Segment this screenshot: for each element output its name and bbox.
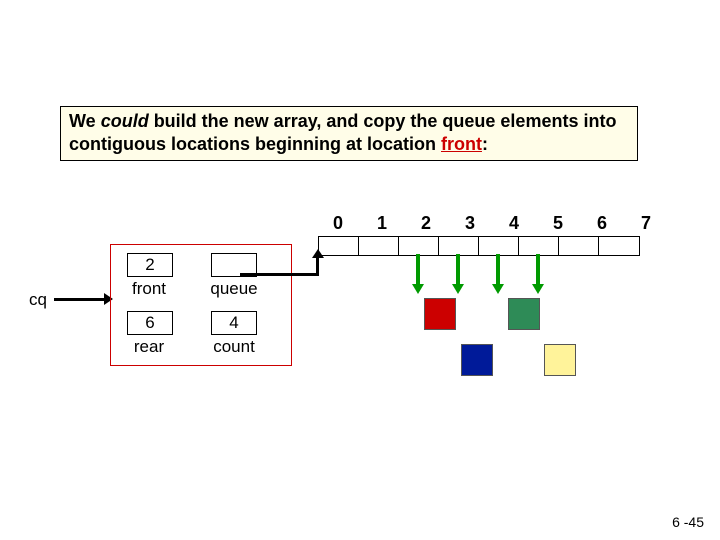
array-index: 1 [362,213,402,234]
rear-value: 6 [127,311,173,335]
array-cell [479,237,519,255]
desc-front: front [441,134,482,154]
desc-post: : [482,134,488,154]
array-box [318,236,640,256]
queue-element-square [424,298,456,330]
queue-element-square [508,298,540,330]
front-value: 2 [127,253,173,277]
array-index: 6 [582,213,622,234]
queue-pointer-arrow [240,273,318,276]
queue-label: queue [203,279,265,299]
description-box: We could build the new array, and copy t… [60,106,638,161]
array-cell [559,237,599,255]
desc-could: could [101,111,149,131]
array-index: 7 [626,213,666,234]
count-label: count [203,337,265,357]
array-cell [359,237,399,255]
desc-pre: We [69,111,101,131]
array-cell [519,237,559,255]
array-cell [319,237,359,255]
array-cell [399,237,439,255]
queue-element-square [461,344,493,376]
cq-label: cq [29,290,47,310]
array-index: 0 [318,213,358,234]
struct-box: 2 front queue 6 rear 4 count [110,244,292,366]
array-index-row: 0 1 2 3 4 5 6 7 [318,213,670,234]
slide-number: 6 -45 [672,514,704,530]
cq-pointer-arrow [54,298,106,301]
queue-element-square [544,344,576,376]
array-index: 4 [494,213,534,234]
arrow-up-icon [312,249,324,258]
count-value: 4 [211,311,257,335]
desc-mid: build the new array, and copy the queue … [69,111,616,154]
array-cell [599,237,639,255]
queue-pointer-arrow [316,256,319,276]
rear-label: rear [125,337,173,357]
array-index: 5 [538,213,578,234]
array-index: 3 [450,213,490,234]
front-label: front [125,279,173,299]
array-index: 2 [406,213,446,234]
array-cell [439,237,479,255]
